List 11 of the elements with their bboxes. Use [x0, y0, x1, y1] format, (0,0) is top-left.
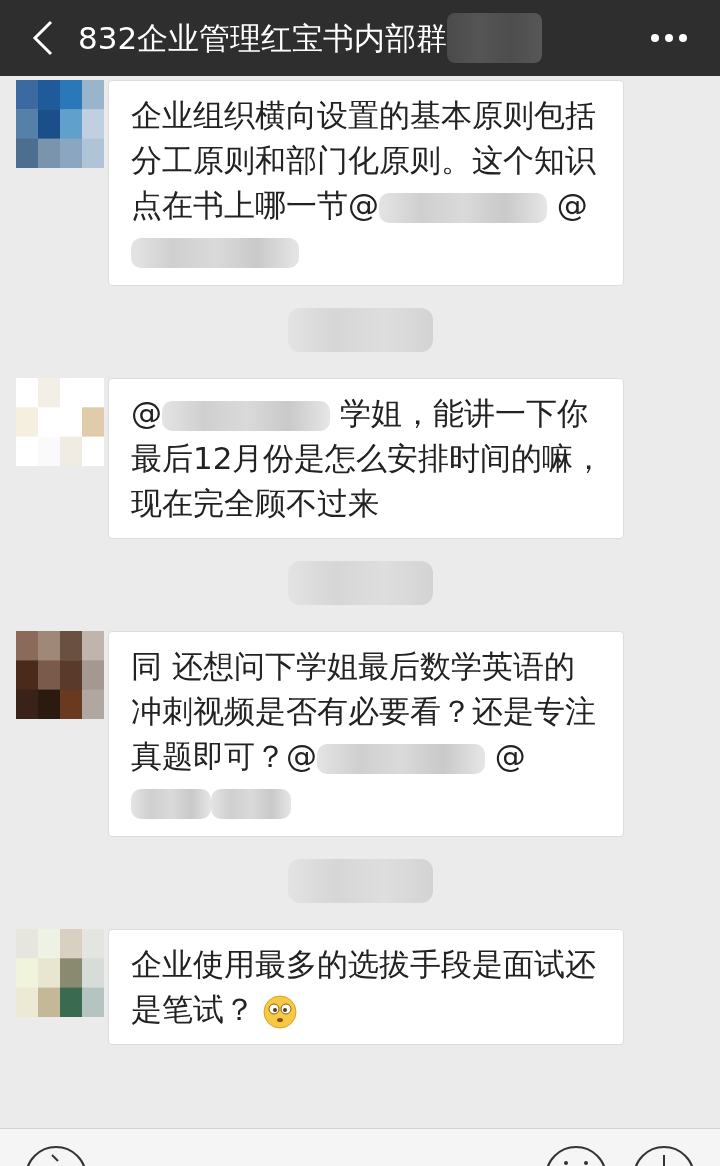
- message-text: 同 还想问下学姐最后数学英语的冲刺视频是否有必要看？还是专注真题即可？@ @: [131, 644, 605, 824]
- message-text: @ 学姐，能讲一下你最后12月份是怎么安排时间的嘛，现在完全顾不过来: [131, 394, 605, 523]
- emoji-icon: [263, 994, 297, 1029]
- voice-icon[interactable]: [24, 1145, 88, 1166]
- message-text: 企业使用最多的选拔手段是面试还是笔试？: [131, 945, 597, 1031]
- plus-icon[interactable]: [632, 1145, 696, 1166]
- emoji-icon[interactable]: [544, 1145, 608, 1166]
- message-text: 企业组织横向设置的基本原则包括分工原则和部门化原则。这个知识点在书上哪一节@ @: [131, 93, 605, 273]
- more-icon[interactable]: [650, 33, 688, 43]
- chat-title: 832企业管理红宝书内部群: [78, 18, 448, 58]
- back-icon[interactable]: [32, 20, 54, 56]
